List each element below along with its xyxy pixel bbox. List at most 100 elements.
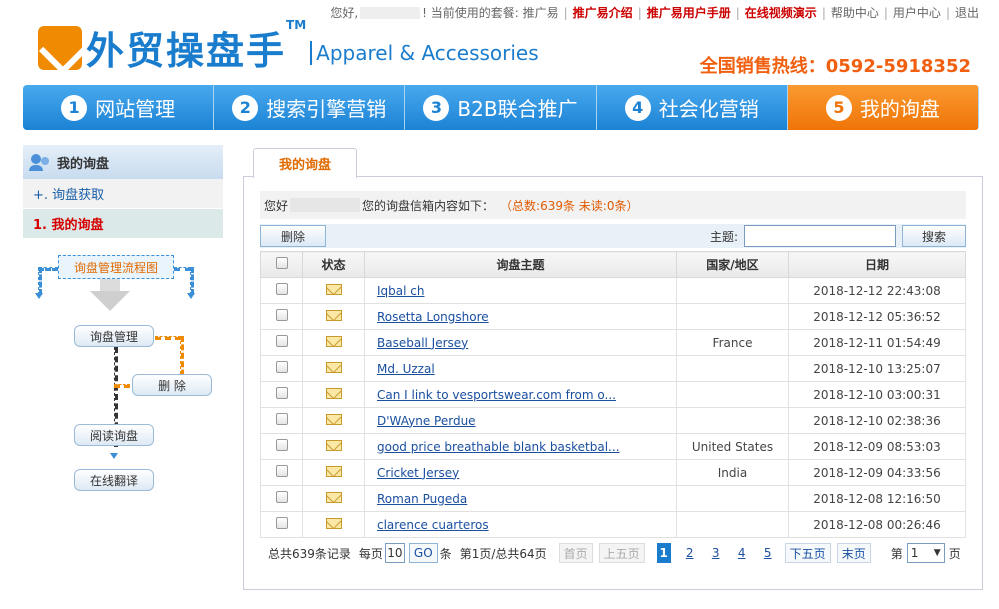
row-checkbox[interactable] [275, 491, 288, 503]
delete-button[interactable]: 删除 [260, 225, 326, 247]
row-date: 2018-12-10 02:38:36 [788, 407, 966, 434]
row-status-cell [302, 381, 365, 408]
row-checkbox[interactable] [275, 387, 288, 399]
next-five-button[interactable]: 下五页 [784, 543, 831, 563]
inbox-info: 您好 您的询盘信箱内容如下： （总数:639条 未读:0条） [260, 191, 966, 219]
logo-english-text: Apparel & Accessories [310, 40, 539, 65]
row-select-cell [260, 433, 303, 460]
inquiry-subject-link[interactable]: Roman Pugeda [377, 492, 467, 506]
inquiry-subject-link[interactable]: Can I link to vesportswear.com from o... [377, 388, 616, 402]
go-button[interactable]: GO [408, 543, 438, 563]
row-date: 2018-12-10 03:00:31 [788, 381, 966, 408]
row-checkbox[interactable] [275, 283, 288, 295]
link-product-intro[interactable]: 推广易介绍 [573, 4, 633, 21]
page-2-link[interactable]: 2 [683, 543, 697, 563]
row-country [676, 277, 789, 304]
envelope-icon [325, 387, 342, 399]
row-country [676, 381, 789, 408]
username-redacted [290, 198, 361, 212]
step-search-engine-marketing[interactable]: 2 搜索引擎营销 [214, 85, 406, 130]
row-checkbox[interactable] [275, 517, 288, 529]
per-page-input[interactable]: 10 [384, 543, 405, 563]
row-select-cell [260, 303, 303, 330]
page-select[interactable]: 1 ▼ [906, 543, 945, 563]
inquiry-subject-link[interactable]: D'WAyne Perdue [377, 414, 476, 428]
page-5-link[interactable]: 5 [761, 543, 775, 563]
jump-prefix: 第 [890, 546, 903, 561]
row-status-cell [302, 485, 365, 512]
link-user-manual[interactable]: 推广易用户手册 [647, 4, 731, 21]
inquiry-subject-link[interactable]: Baseball Jersey [377, 336, 468, 350]
table-row: D'WAyne Perdue 2018-12-10 02:38:36 [260, 407, 966, 434]
step-label: 网站管理 [95, 97, 176, 121]
sidebar-item-my-inquiries[interactable]: 1. 我的询盘 [23, 209, 223, 239]
step-website-management[interactable]: 1 网站管理 [23, 85, 215, 130]
info-suffix: 您的询盘信箱内容如下： [362, 198, 495, 213]
step-number: 1 [61, 94, 88, 121]
page-4-link[interactable]: 4 [735, 543, 749, 563]
greeting-text: 您好, [330, 6, 359, 20]
inquiry-subject-link[interactable]: Md. Uzzal [377, 362, 435, 376]
row-subject-cell: Can I link to vesportswear.com from o... [364, 381, 677, 408]
row-checkbox[interactable] [275, 465, 288, 477]
row-status-cell [302, 329, 365, 356]
inquiry-subject-link[interactable]: Rosetta Longshore [377, 310, 489, 324]
row-status-cell [302, 407, 365, 434]
row-country [676, 303, 789, 330]
subject-search-input[interactable] [744, 225, 896, 247]
inquiry-subject-link[interactable]: Cricket Jersey [377, 466, 459, 480]
step-b2b-promotion[interactable]: 3 B2B联合推广 [405, 85, 597, 130]
table-row: Cricket Jersey India 2018-12-09 04:33:56 [260, 459, 966, 486]
prev-five-button[interactable]: 上五页 [598, 543, 645, 563]
sidebar: 我的询盘 +. 询盘获取 1. 我的询盘 [23, 145, 223, 239]
table-row: clarence cuarteros 2018-12-08 00:26:46 [260, 511, 966, 538]
row-subject-cell: D'WAyne Perdue [364, 407, 677, 434]
table-row: good price breathable blank basketbal...… [260, 433, 966, 460]
page-3-link[interactable]: 3 [709, 543, 723, 563]
row-date: 2018-12-08 12:16:50 [788, 485, 966, 512]
inquiry-subject-link[interactable]: Iqbal ch [377, 284, 424, 298]
row-status-cell [302, 459, 365, 486]
flow-node-translate: 在线翻译 [74, 469, 154, 491]
envelope-icon [325, 517, 342, 529]
sidebar-item-get-inquiries[interactable]: +. 询盘获取 [23, 179, 223, 209]
page-info: 第1页/总共64页 [459, 546, 547, 561]
tab-my-inquiries[interactable]: 我的询盘 [253, 148, 357, 178]
chevron-down-icon: ▼ [933, 548, 941, 558]
row-subject-cell: Baseball Jersey [364, 329, 677, 356]
step-my-inquiries[interactable]: 5 我的询盘 [787, 85, 979, 130]
link-video-demo[interactable]: 在线视频演示 [745, 4, 817, 21]
inquiry-subject-link[interactable]: clarence cuarteros [377, 518, 489, 532]
link-logout[interactable]: 退出 [955, 4, 979, 21]
row-select-cell [260, 511, 303, 538]
inquiry-subject-link[interactable]: good price breathable blank basketbal... [377, 440, 620, 454]
row-checkbox[interactable] [275, 361, 288, 373]
column-status: 状态 [302, 251, 365, 278]
envelope-icon [325, 335, 342, 347]
select-all-checkbox[interactable] [275, 257, 288, 269]
table-row: Roman Pugeda 2018-12-08 12:16:50 [260, 485, 966, 512]
info-prefix: 您好 [264, 198, 289, 213]
row-checkbox[interactable] [275, 439, 288, 451]
package-text: ! 当前使用的套餐: 推广易 [422, 6, 559, 20]
per-page-label: 每页 [358, 546, 383, 561]
step-social-marketing[interactable]: 4 社会化营销 [596, 85, 788, 130]
row-status-cell [302, 303, 365, 330]
envelope-icon [325, 439, 342, 451]
row-checkbox[interactable] [275, 309, 288, 321]
logo: 外贸操盘手 TM Apparel & Accessories [38, 18, 539, 75]
search-button[interactable]: 搜索 [902, 225, 966, 247]
row-date: 2018-12-10 13:25:07 [788, 355, 966, 382]
row-checkbox[interactable] [275, 413, 288, 425]
step-number: 2 [232, 94, 259, 121]
row-country [676, 407, 789, 434]
link-help-center[interactable]: 帮助中心 [831, 4, 879, 21]
row-date: 2018-12-11 01:54:49 [788, 329, 966, 356]
first-page-button[interactable]: 首页 [558, 543, 593, 563]
page-1-link[interactable]: 1 [656, 543, 671, 563]
top-links-bar: 您好, ! 当前使用的套餐: 推广易 | 推广易介绍 | 推广易用户手册 | 在… [330, 4, 979, 21]
flow-chart-title: 询盘管理流程图 [58, 255, 174, 279]
link-user-center[interactable]: 用户中心 [893, 4, 941, 21]
last-page-button[interactable]: 末页 [836, 543, 871, 563]
row-checkbox[interactable] [275, 335, 288, 347]
